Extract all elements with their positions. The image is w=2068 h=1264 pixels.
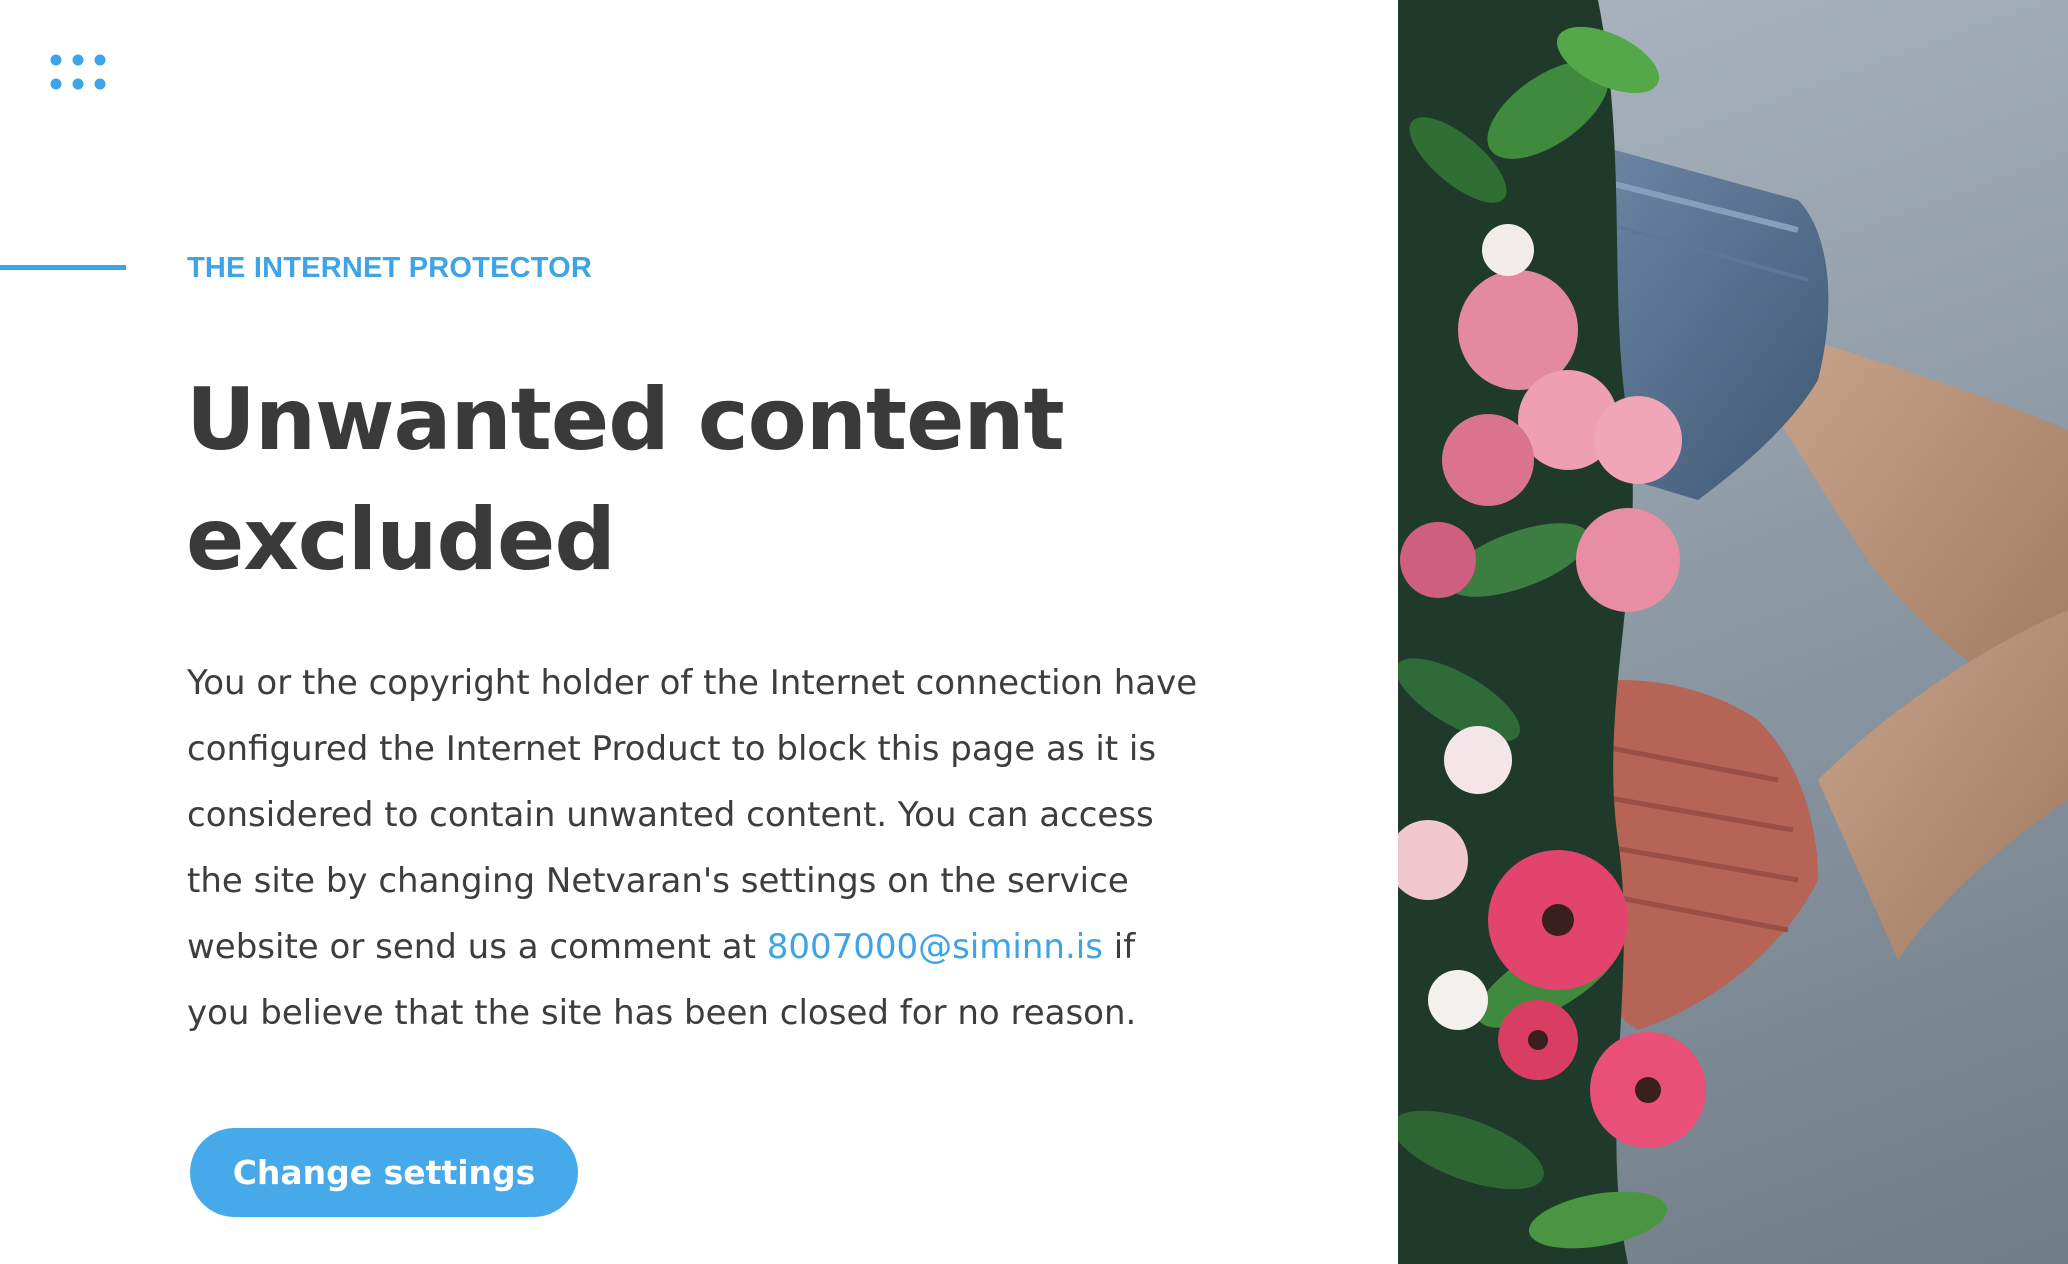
- accent-divider: [0, 265, 126, 270]
- page-title: Unwanted content excluded: [186, 360, 1186, 600]
- content-panel: THE INTERNET PROTECTOR Unwanted content …: [0, 0, 1398, 1264]
- dot-grid-icon[interactable]: [50, 54, 106, 90]
- change-settings-button[interactable]: Change settings: [190, 1128, 578, 1217]
- explanation-text: You or the copyright holder of the Inter…: [187, 650, 1207, 1046]
- arm-lower: [1818, 610, 2068, 960]
- hero-image: [1398, 0, 2068, 1264]
- daisy-flower: [1488, 850, 1628, 990]
- daisy-flower: [1498, 1000, 1578, 1080]
- eyebrow-label: THE INTERNET PROTECTOR: [187, 252, 593, 284]
- flowers-photo: [1398, 0, 2068, 1264]
- page-title-line-2: excluded: [186, 490, 616, 590]
- explanation-part-1: You or the copyright holder of the Inter…: [187, 663, 1198, 967]
- daisy-flower: [1590, 1032, 1706, 1148]
- support-email-link[interactable]: 8007000@siminn.is: [767, 927, 1103, 967]
- page-title-line-1: Unwanted content: [186, 370, 1065, 470]
